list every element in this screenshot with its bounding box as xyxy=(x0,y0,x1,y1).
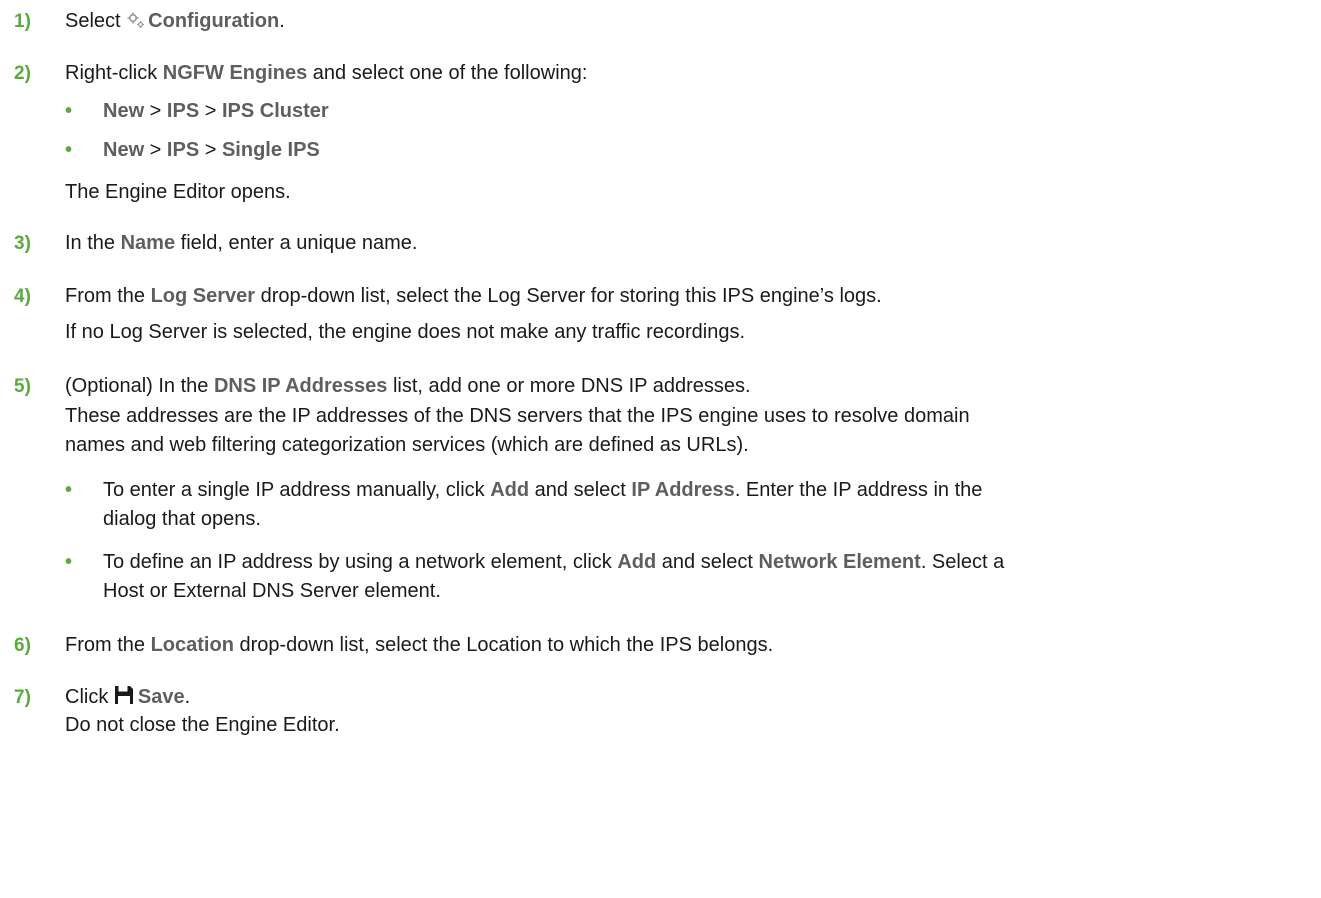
bullet-ip-address-line-1: To enter a single IP address manually, c… xyxy=(103,479,983,501)
step-number: 7) xyxy=(14,687,31,708)
step-number: 5) xyxy=(14,376,31,397)
step-text: From the Location drop-down list, select… xyxy=(65,634,774,656)
step-note-line-2: names and web filtering categorization s… xyxy=(65,434,749,456)
location-term: Location xyxy=(150,634,234,656)
step-note-line-1: These addresses are the IP addresses of … xyxy=(65,405,970,427)
step-text: Click Save. xyxy=(65,686,191,708)
bullet-network-element-line-1: To define an IP address by using a netwo… xyxy=(103,551,1005,573)
step-result: The Engine Editor opens. xyxy=(65,181,291,203)
log-server-term: Log Server xyxy=(150,285,256,307)
step-note: Do not close the Engine Editor. xyxy=(65,714,340,736)
configuration-term: Configuration xyxy=(148,10,280,32)
bullet-ip-address-line-2: dialog that opens. xyxy=(103,508,261,530)
step-text: Select Configuration. xyxy=(65,10,285,32)
option-ips-cluster: New > IPS > IPS Cluster xyxy=(103,100,329,122)
step-text: (Optional) In the DNS IP Addresses list,… xyxy=(65,375,751,397)
step-number: 4) xyxy=(14,286,31,307)
step-number: 1) xyxy=(14,11,31,32)
step-number: 3) xyxy=(14,233,31,254)
save-term: Save xyxy=(137,686,185,708)
bullet: • xyxy=(65,139,73,161)
name-term: Name xyxy=(120,232,176,254)
bullet: • xyxy=(65,551,73,573)
ngfw-engines-term: NGFW Engines xyxy=(162,62,308,84)
step-text: In the Name field, enter a unique name. xyxy=(65,232,418,254)
bullet-network-element-line-2: Host or External DNS Server element. xyxy=(103,580,441,602)
step-number: 2) xyxy=(14,63,31,84)
step-text: Right-click NGFW Engines and select one … xyxy=(65,62,588,84)
gear-icon xyxy=(127,12,145,28)
step-note: If no Log Server is selected, the engine… xyxy=(65,321,746,343)
dns-ip-addresses-term: DNS IP Addresses xyxy=(213,375,388,397)
step-number: 6) xyxy=(14,635,31,656)
bullet: • xyxy=(65,479,73,501)
save-icon xyxy=(114,686,133,704)
step-text: From the Log Server drop-down list, sele… xyxy=(65,285,882,307)
option-single-ips: New > IPS > Single IPS xyxy=(103,139,320,161)
bullet: • xyxy=(65,100,73,122)
